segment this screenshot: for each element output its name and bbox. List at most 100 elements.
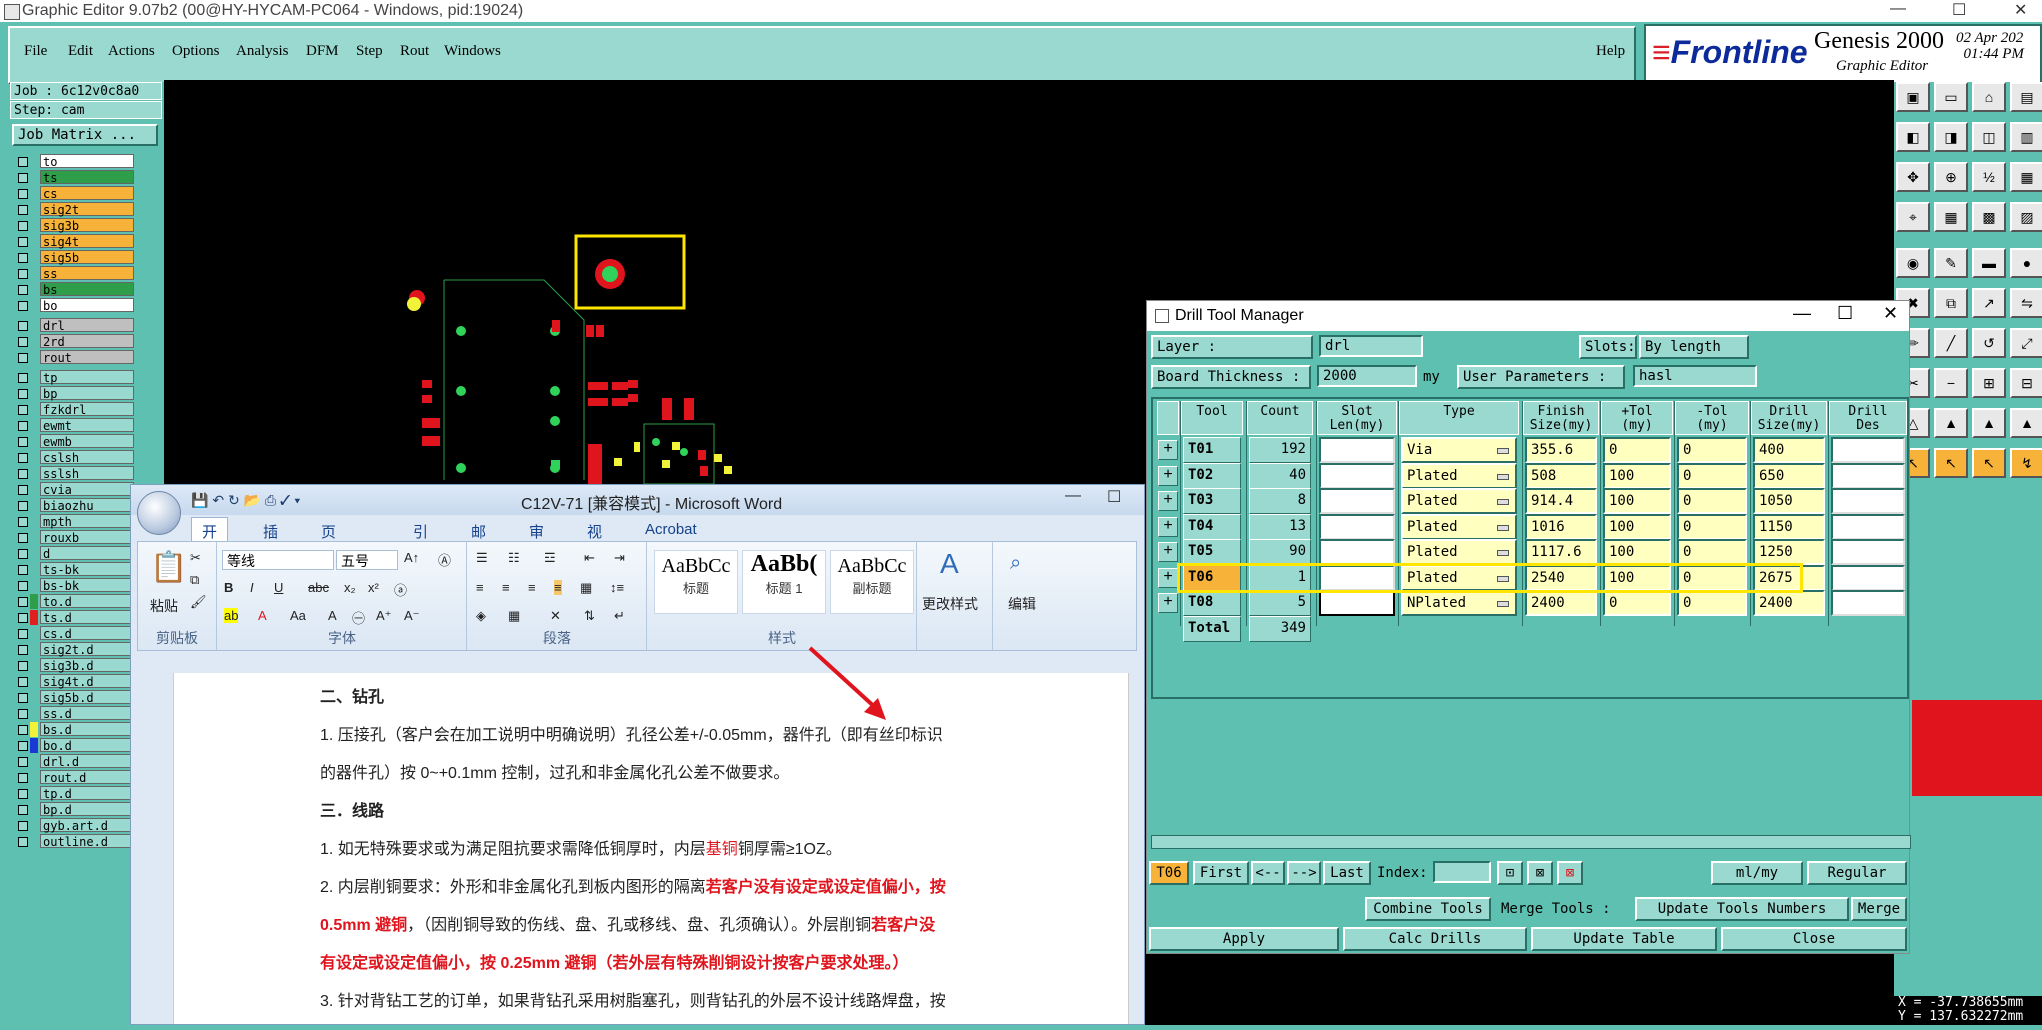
draw-icon[interactable]: ✎ <box>1934 248 1968 278</box>
multilevel-icon[interactable]: ☲ <box>544 550 556 566</box>
finish-field[interactable]: 2540 <box>1525 564 1597 591</box>
layer-checkbox[interactable] <box>18 269 28 279</box>
justify-icon[interactable]: ≡ <box>554 580 562 595</box>
first-button[interactable]: First <box>1193 861 1249 885</box>
layer-checkbox[interactable] <box>18 597 28 607</box>
copy-icon[interactable]: ⧉ <box>190 572 199 588</box>
open-icon[interactable]: ▣ <box>1896 82 1930 112</box>
ptol-field[interactable]: 100 <box>1603 462 1671 489</box>
tool-name[interactable]: T08 <box>1183 590 1241 616</box>
layer-checkbox[interactable] <box>18 693 28 703</box>
type-select[interactable]: Plated <box>1401 462 1517 489</box>
drill-field[interactable]: 1150 <box>1753 513 1825 540</box>
thickness-field[interactable]: 2000 <box>1317 365 1417 387</box>
type-select[interactable]: Plated <box>1401 513 1517 540</box>
layer-row[interactable]: bp <box>14 386 138 401</box>
pointer-c-icon[interactable]: ↖ <box>1972 448 2006 478</box>
zoom-out-icon[interactable]: ◨ <box>1934 122 1968 152</box>
layer-row[interactable]: drl.d <box>14 754 138 769</box>
menu-step[interactable]: Step <box>356 43 383 60</box>
drill-des-field[interactable] <box>1831 488 1905 514</box>
sort-icon[interactable]: ⇅ <box>584 608 595 624</box>
drill-field[interactable]: 650 <box>1753 462 1825 489</box>
layer-row[interactable]: bp.d <box>14 802 138 817</box>
phonetic-icon[interactable]: ⓐ <box>394 580 407 599</box>
slots-select[interactable]: By length <box>1639 335 1749 359</box>
menu-options[interactable]: Options <box>172 43 220 60</box>
layer-row[interactable]: sig5b.d <box>14 690 138 705</box>
calc-drills-button[interactable]: Calc Drills <box>1343 927 1527 951</box>
layer-row[interactable]: sig2t <box>14 202 138 217</box>
finish-field[interactable]: 508 <box>1525 462 1597 489</box>
layer-checkbox[interactable] <box>18 253 28 263</box>
drill-field[interactable]: 2400 <box>1753 590 1825 616</box>
layer-row[interactable]: cs.d <box>14 626 138 641</box>
measure-icon[interactable]: ⌖ <box>1896 202 1930 232</box>
select-icon[interactable]: ◉ <box>1896 248 1930 278</box>
shrink-icon[interactable]: A⁻ <box>404 608 420 624</box>
layer-row[interactable]: tp.d <box>14 786 138 801</box>
ptol-field[interactable]: 100 <box>1603 539 1671 565</box>
layer-row[interactable]: fzkdrl <box>14 402 138 417</box>
quick-access-toolbar[interactable]: 💾 ↶ ↻ 📂 ⎙ ✓ ▾ <box>191 492 300 509</box>
mtol-field[interactable]: 0 <box>1677 437 1747 463</box>
layer-checkbox[interactable] <box>18 789 28 799</box>
tool-name[interactable]: T06 <box>1183 564 1241 591</box>
layer-checkbox[interactable] <box>18 421 28 431</box>
layer-checkbox[interactable] <box>18 661 28 671</box>
layer-row[interactable]: bs-bk <box>14 578 138 593</box>
layer-checkbox[interactable] <box>18 517 28 527</box>
strikethrough-icon[interactable]: abc <box>308 580 329 595</box>
menu-edit[interactable]: Edit <box>68 43 93 60</box>
menu-windows[interactable]: Windows <box>444 43 501 60</box>
style-title[interactable]: AaBbCc 标题 <box>654 550 738 614</box>
layer-row[interactable]: cs <box>14 186 138 201</box>
chinese-layout-icon[interactable]: ✕ <box>550 608 561 624</box>
slot-len-field[interactable] <box>1319 513 1395 540</box>
layer-checkbox[interactable] <box>18 757 28 767</box>
drill-des-field[interactable] <box>1831 462 1905 489</box>
type-select[interactable]: Plated <box>1401 488 1517 514</box>
align-left-icon[interactable]: ≡ <box>476 580 484 595</box>
clear-icon[interactable]: ⊠ <box>1557 861 1583 885</box>
layer-row[interactable]: ewmt <box>14 418 138 433</box>
show-marks-icon[interactable]: ↵ <box>614 608 625 624</box>
change-case-icon[interactable]: Aa <box>290 608 306 623</box>
layer-checkbox[interactable] <box>18 501 28 511</box>
layer-checkbox[interactable] <box>18 805 28 815</box>
tool-name[interactable]: T05 <box>1183 539 1241 565</box>
slot-len-field[interactable] <box>1319 488 1395 514</box>
pointer-b-icon[interactable]: ↖ <box>1934 448 1968 478</box>
layer-row[interactable]: sig3b.d <box>14 658 138 673</box>
ptol-field[interactable]: 0 <box>1603 437 1671 463</box>
superscript-icon[interactable]: x² <box>368 580 379 595</box>
layer-checkbox[interactable] <box>18 629 28 639</box>
layer-checkbox[interactable] <box>18 373 28 383</box>
layer-row[interactable]: sig2t.d <box>14 642 138 657</box>
layer-row[interactable]: ss.d <box>14 706 138 721</box>
grow-font-icon[interactable]: A↑ <box>404 550 419 565</box>
menu-dfm[interactable]: DFM <box>306 43 339 60</box>
layer-checkbox[interactable] <box>18 533 28 543</box>
layer-row[interactable]: bo <box>14 298 138 313</box>
merge-mode-select[interactable]: Update Tools Numbers <box>1635 897 1849 921</box>
join-icon[interactable]: ⊟ <box>2010 368 2042 398</box>
layer-checkbox[interactable] <box>18 565 28 575</box>
layer-checkbox[interactable] <box>18 821 28 831</box>
format-painter-icon[interactable]: 🖌 <box>190 594 207 610</box>
expand-row-icon[interactable]: + <box>1158 516 1178 537</box>
layer-checkbox[interactable] <box>18 173 28 183</box>
enclose-icon[interactable]: ㊀ <box>352 608 365 627</box>
paste-button[interactable]: 粘贴 <box>150 596 178 616</box>
layer-row[interactable]: sig4t.d <box>14 674 138 689</box>
mirror-icon[interactable]: ⇋ <box>2010 288 2042 318</box>
units-select[interactable]: ml/my <box>1711 861 1803 885</box>
layer-checkbox[interactable] <box>18 725 28 735</box>
editing-group[interactable]: ⌕ 编辑 <box>994 542 1054 650</box>
office-button[interactable] <box>137 491 181 535</box>
snap-icon[interactable]: ▩ <box>1972 202 2006 232</box>
font-name-select[interactable]: 等线 <box>222 550 334 570</box>
layer-row[interactable]: ts <box>14 170 138 185</box>
layer-row[interactable]: 2rd <box>14 334 138 349</box>
tool-name[interactable]: T01 <box>1183 437 1241 463</box>
